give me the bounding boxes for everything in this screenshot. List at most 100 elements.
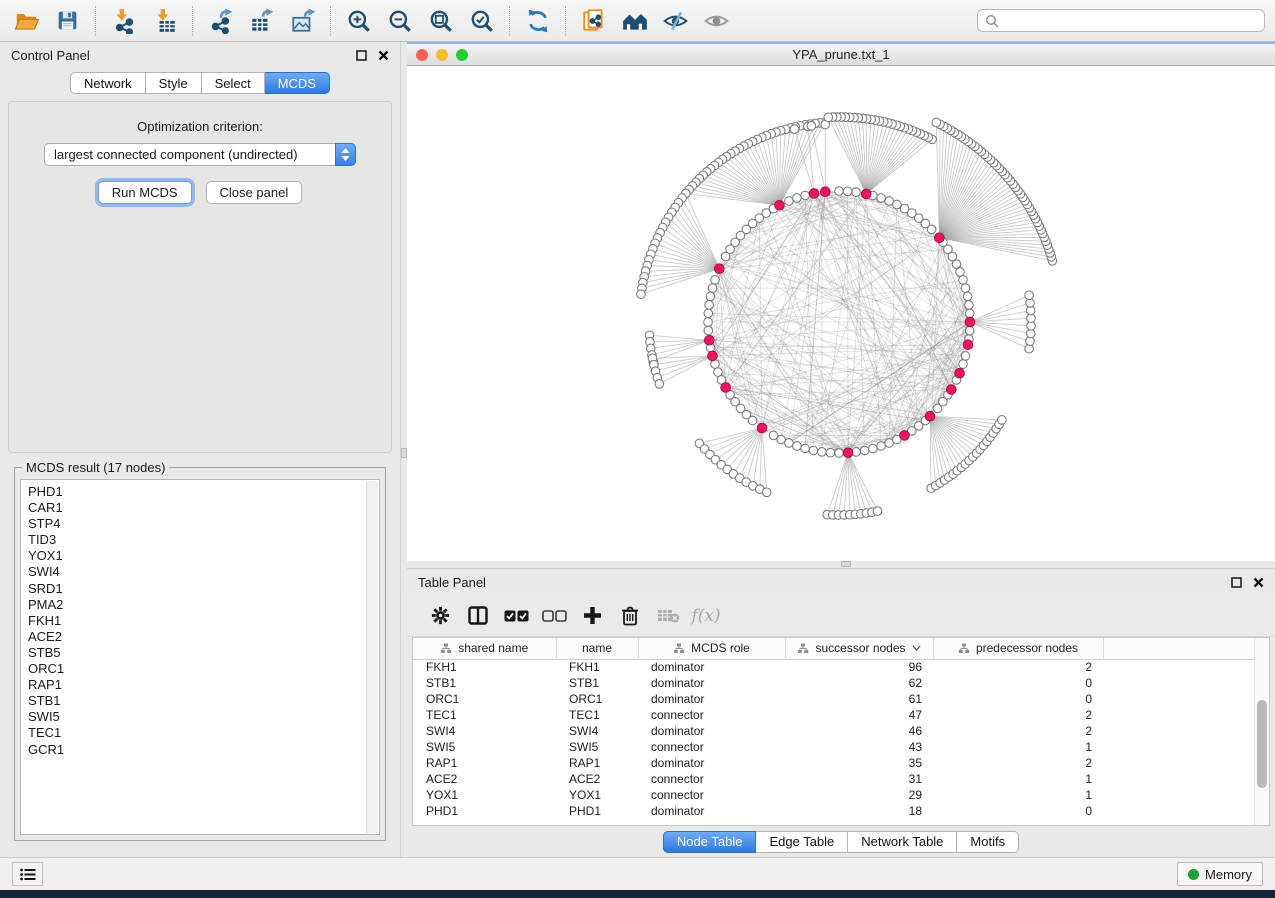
network-canvas[interactable] (407, 66, 1275, 561)
close-panel-icon[interactable] (378, 50, 389, 61)
mcds-node[interactable] (775, 201, 785, 211)
network-node[interactable] (877, 194, 886, 203)
table-cell[interactable]: 0 (933, 803, 1103, 819)
table-cell[interactable]: dominator (638, 755, 785, 771)
tab-node-table[interactable]: Node Table (663, 831, 757, 853)
table-cell[interactable]: STB1 (556, 675, 638, 691)
network-node[interactable] (708, 284, 717, 293)
table-cell[interactable]: 1 (933, 739, 1103, 755)
network-node[interactable] (824, 113, 833, 122)
export-image-button[interactable] (282, 4, 323, 38)
minimize-window-icon[interactable] (436, 49, 448, 61)
network-node[interactable] (932, 118, 941, 127)
result-scrollbar[interactable] (366, 481, 378, 833)
column-header-shared-name[interactable]: shared name (413, 638, 556, 659)
table-row[interactable]: STB1STB1dominator620 (413, 675, 1269, 691)
network-node[interactable] (704, 318, 713, 327)
network-node[interactable] (835, 449, 844, 458)
search-input[interactable] (1004, 14, 1257, 28)
mcds-result-item[interactable]: FKH1 (28, 613, 361, 629)
network-from-selection-button[interactable] (573, 4, 614, 38)
table-cell[interactable]: connector (638, 739, 785, 755)
mcds-node[interactable] (900, 431, 910, 441)
table-cell[interactable]: PHD1 (556, 803, 638, 819)
table-cell[interactable]: 0 (933, 675, 1103, 691)
mcds-result-item[interactable]: STP4 (28, 516, 361, 532)
tab-edge-table[interactable]: Edge Table (756, 831, 848, 853)
network-node[interactable] (748, 416, 757, 425)
horizontal-splitter[interactable] (407, 561, 1275, 568)
table-cell[interactable]: 61 (785, 691, 933, 707)
network-node[interactable] (711, 276, 720, 285)
table-cell[interactable]: SWI4 (556, 723, 638, 739)
mcds-node[interactable] (715, 264, 725, 274)
mcds-node[interactable] (947, 385, 957, 395)
table-cell[interactable]: STB1 (413, 675, 556, 691)
mcds-node[interactable] (963, 340, 973, 350)
mcds-node[interactable] (955, 368, 965, 378)
mcds-node[interactable] (843, 448, 853, 458)
network-node[interactable] (704, 309, 713, 318)
table-row[interactable]: TEC1TEC1connector472 (413, 707, 1269, 723)
table-cell[interactable]: connector (638, 787, 785, 803)
mcds-result-item[interactable]: GCR1 (28, 742, 361, 758)
network-node[interactable] (705, 301, 714, 310)
column-header-predecessor-nodes[interactable]: predecessor nodes (933, 638, 1103, 659)
mcds-result-item[interactable]: YOX1 (28, 548, 361, 564)
network-node[interactable] (826, 448, 835, 457)
table-cell[interactable]: ORC1 (413, 691, 556, 707)
network-node[interactable] (793, 194, 802, 203)
mcds-result-item[interactable]: CAR1 (28, 500, 361, 516)
mcds-result-item[interactable]: PHD1 (28, 484, 361, 500)
delete-column-button[interactable] (611, 606, 649, 626)
network-node[interactable] (785, 197, 794, 206)
table-cell[interactable]: ORC1 (556, 691, 638, 707)
table-cell[interactable]: 1 (933, 771, 1103, 787)
zoom-selected-button[interactable] (461, 4, 502, 38)
network-node[interactable] (965, 309, 974, 318)
network-node[interactable] (877, 442, 886, 451)
table-row[interactable]: RAP1RAP1dominator352 (413, 755, 1269, 771)
table-cell[interactable]: 62 (785, 675, 933, 691)
table-cell[interactable]: TEC1 (413, 707, 556, 723)
table-cell[interactable]: dominator (638, 675, 785, 691)
table-cell[interactable]: dominator (638, 723, 785, 739)
network-node[interactable] (959, 360, 968, 369)
table-cell[interactable]: ACE2 (413, 771, 556, 787)
network-node[interactable] (852, 188, 861, 197)
column-header-name[interactable]: name (556, 638, 638, 659)
table-cell[interactable]: 0 (933, 691, 1103, 707)
maximize-window-icon[interactable] (456, 49, 468, 61)
network-node[interactable] (835, 187, 844, 196)
column-header-mcds-role[interactable]: MCDS role (638, 638, 785, 659)
network-node[interactable] (785, 439, 794, 448)
tab-network-table[interactable]: Network Table (848, 831, 957, 853)
mcds-result-item[interactable]: PMA2 (28, 597, 361, 613)
show-all-button[interactable] (696, 4, 737, 38)
network-node[interactable] (885, 197, 894, 206)
table-cell[interactable]: 2 (933, 707, 1103, 723)
network-node[interactable] (959, 276, 968, 285)
optimization-criterion-select[interactable]: largest connected component (undirected) (44, 143, 356, 166)
close-panel-icon[interactable] (1253, 577, 1264, 588)
mcds-result-list[interactable]: PHD1CAR1STP4TID3YOX1SWI4SRD1PMA2FKH1ACE2… (20, 479, 380, 835)
table-cell[interactable]: YOX1 (413, 787, 556, 803)
export-network-button[interactable] (200, 4, 241, 38)
function-builder-button[interactable]: f(x) (687, 606, 725, 626)
table-cell[interactable]: 43 (785, 739, 933, 755)
mcds-node[interactable] (861, 189, 871, 199)
table-cell[interactable]: RAP1 (413, 755, 556, 771)
table-cell[interactable]: connector (638, 771, 785, 787)
mcds-result-item[interactable]: STB5 (28, 645, 361, 661)
table-cell[interactable]: 29 (785, 787, 933, 803)
tab-mcds[interactable]: MCDS (265, 72, 330, 94)
table-cell[interactable]: 2 (933, 755, 1103, 771)
mcds-node[interactable] (821, 187, 831, 197)
mcds-node[interactable] (705, 335, 715, 345)
open-file-button[interactable] (6, 4, 47, 38)
network-node[interactable] (961, 284, 970, 293)
table-cell[interactable]: 2 (933, 723, 1103, 739)
network-node[interactable] (998, 416, 1007, 425)
select-all-button[interactable] (497, 610, 535, 622)
table-cell[interactable]: SWI5 (413, 739, 556, 755)
